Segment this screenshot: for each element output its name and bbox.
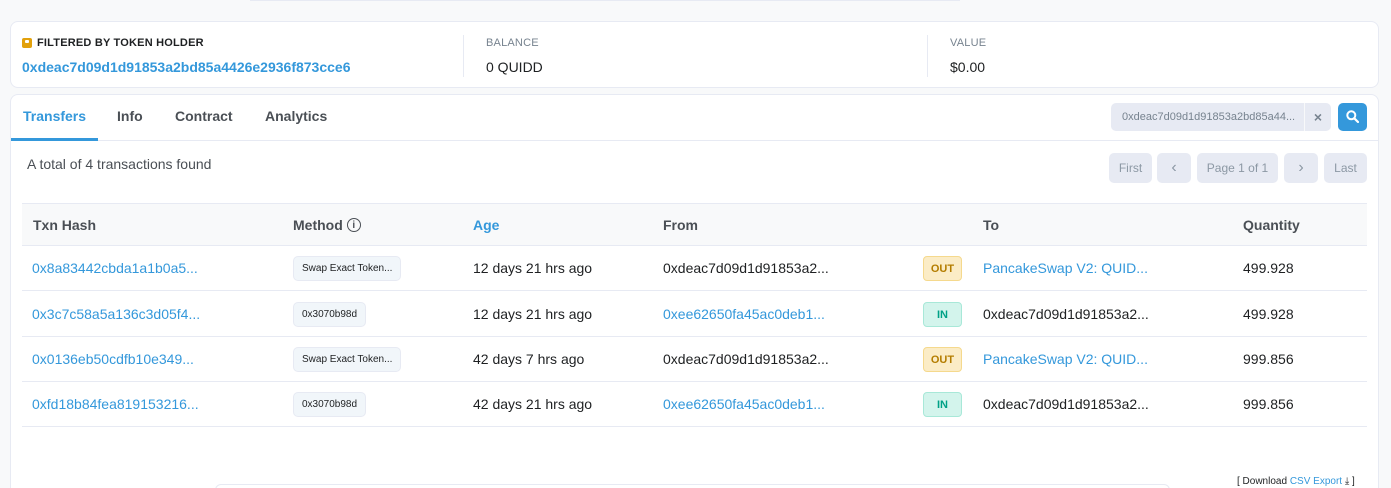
direction-badge: IN — [923, 302, 962, 327]
tab-transfers[interactable]: Transfers — [23, 108, 86, 124]
header-age[interactable]: Age — [473, 217, 499, 233]
age-cell: 42 days 21 hrs ago — [473, 396, 593, 412]
table-row: 0x0136eb50cdfb10e349... Swap Exact Token… — [22, 337, 1367, 382]
age-cell: 12 days 21 hrs ago — [473, 260, 593, 276]
transfers-card: Transfers Info Contract Analytics × A to… — [10, 94, 1379, 488]
method-badge: Swap Exact Token... — [293, 347, 402, 372]
method-badge: 0x3070b98d — [293, 302, 367, 327]
download-csv: [ Download CSV Export ⤓ ] — [1237, 476, 1355, 487]
search-button[interactable] — [1338, 103, 1367, 131]
quantity-cell: 499.928 — [1243, 306, 1294, 322]
holder-column: FILTERED BY TOKEN HOLDER 0xdeac7d09d1d91… — [22, 22, 462, 89]
token-holder-filter-card: FILTERED BY TOKEN HOLDER 0xdeac7d09d1d91… — [10, 21, 1379, 88]
from-address: 0xdeac7d09d1d91853a2... — [663, 260, 829, 276]
from-address-link[interactable]: 0xee62650fa45ac0deb1... — [663, 396, 838, 412]
to-address: 0xdeac7d09d1d91853a2... — [983, 306, 1149, 322]
info-icon[interactable]: i — [346, 218, 361, 232]
balance-column: BALANCE 0 QUIDD — [486, 22, 886, 89]
bottom-panel — [215, 484, 1170, 488]
balance-label: BALANCE — [486, 37, 539, 49]
download-suffix: ] — [1352, 476, 1355, 487]
pagination-last[interactable]: Last — [1324, 153, 1367, 183]
divider — [927, 35, 928, 77]
csv-export-link[interactable]: CSV Export — [1290, 476, 1342, 487]
holder-icon — [22, 38, 32, 48]
top-strip — [0, 0, 1391, 6]
tab-info[interactable]: Info — [117, 108, 143, 124]
to-address: 0xdeac7d09d1d91853a2... — [983, 396, 1149, 412]
header-txn-hash: Txn Hash — [33, 217, 97, 233]
txn-hash-link[interactable]: 0x3c7c58a5a136c3d05f4... — [32, 306, 207, 322]
divider — [463, 35, 464, 77]
pagination-next-icon[interactable]: › — [1284, 153, 1318, 183]
txn-hash-link[interactable]: 0xfd18b84fea819153216... — [32, 396, 207, 412]
header-to: To — [983, 217, 1000, 233]
search-input[interactable] — [1111, 103, 1303, 131]
balance-value: 0 QUIDD — [486, 59, 543, 75]
table-row: 0x8a83442cbda1a1b0a5... Swap Exact Token… — [22, 246, 1367, 291]
header-method: Method i — [293, 217, 361, 233]
to-address-link[interactable]: PancakeSwap V2: QUID... — [983, 260, 1158, 276]
age-cell: 12 days 21 hrs ago — [473, 306, 593, 322]
method-badge: Swap Exact Token... — [293, 256, 402, 281]
table-row: 0xfd18b84fea819153216... 0x3070b98d 42 d… — [22, 382, 1367, 427]
from-address-link[interactable]: 0xee62650fa45ac0deb1... — [663, 306, 838, 322]
header-from: From — [663, 217, 698, 233]
holder-label-text: FILTERED BY TOKEN HOLDER — [37, 37, 204, 49]
pagination-page-indicator: Page 1 of 1 — [1197, 153, 1278, 183]
tab-analytics[interactable]: Analytics — [265, 108, 327, 124]
active-tab-indicator — [11, 138, 98, 141]
from-address: 0xdeac7d09d1d91853a2... — [663, 351, 829, 367]
value-label: VALUE — [950, 37, 987, 49]
txn-hash-link[interactable]: 0x0136eb50cdfb10e349... — [32, 351, 207, 367]
tab-contract[interactable]: Contract — [175, 108, 233, 124]
search-icon — [1346, 110, 1359, 123]
table-header: Txn Hash Method i Age From To Quantity — [22, 203, 1367, 246]
method-badge: 0x3070b98d — [293, 392, 367, 417]
holder-label: FILTERED BY TOKEN HOLDER — [22, 37, 204, 49]
holder-address[interactable]: 0xdeac7d09d1d91853a2bd85a4426e2936f873cc… — [22, 59, 351, 75]
quantity-cell: 499.928 — [1243, 260, 1294, 276]
to-address-link[interactable]: PancakeSwap V2: QUID... — [983, 351, 1158, 367]
download-prefix: [ Download — [1237, 476, 1288, 487]
value-column: VALUE $0.00 — [950, 22, 1350, 89]
direction-badge: OUT — [923, 256, 962, 281]
table-row: 0x3c7c58a5a136c3d05f4... 0x3070b98d 12 d… — [22, 292, 1367, 337]
clear-icon[interactable]: × — [1304, 103, 1331, 131]
header-method-label: Method — [293, 217, 343, 233]
tab-bar: Transfers Info Contract Analytics × — [11, 95, 1378, 141]
value-amount: $0.00 — [950, 59, 986, 75]
top-divider — [250, 0, 960, 1]
age-cell: 42 days 7 hrs ago — [473, 351, 585, 367]
txn-hash-link[interactable]: 0x8a83442cbda1a1b0a5... — [32, 260, 207, 276]
pagination-first[interactable]: First — [1109, 153, 1152, 183]
pagination-prev-icon[interactable]: ‹ — [1157, 153, 1191, 183]
search-box: × — [1111, 103, 1331, 131]
direction-badge: IN — [923, 392, 962, 417]
quantity-cell: 999.856 — [1243, 351, 1294, 367]
direction-badge: OUT — [923, 347, 962, 372]
transactions-summary: A total of 4 transactions found — [27, 156, 212, 172]
quantity-cell: 999.856 — [1243, 396, 1294, 412]
download-icon: ⤓ — [1344, 476, 1350, 487]
header-quantity: Quantity — [1243, 217, 1300, 233]
